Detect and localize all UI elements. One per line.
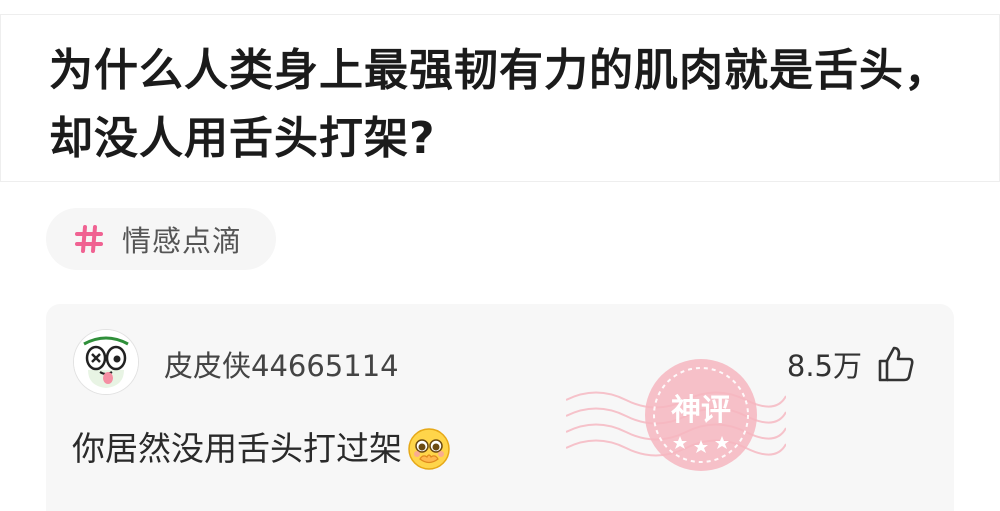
- post-title-card: 为什么人类身上最强韧有力的肌肉就是舌头，却没人用舌头打架?: [0, 14, 1000, 182]
- comment-text: 你居然没用舌头打过架: [72, 429, 402, 468]
- stamp-label: 神评: [671, 393, 731, 428]
- pleading-face-emoji-icon: [408, 428, 450, 470]
- god-comment-stamp: 神评: [566, 359, 786, 471]
- comment-username[interactable]: 皮皮侠44665114: [164, 348, 399, 384]
- thumbs-up-icon[interactable]: [876, 344, 916, 384]
- avatar[interactable]: [74, 330, 138, 394]
- like-count: 8.5万: [786, 349, 862, 383]
- comment-body: 你居然没用舌头打过架: [72, 426, 452, 472]
- top-comment: 神评 皮皮侠44665114 8.5万 你居然没用舌头打过架: [46, 304, 954, 511]
- post-title: 为什么人类身上最强韧有力的肌肉就是舌头，却没人用舌头打架?: [49, 45, 949, 164]
- hash-icon: [72, 222, 106, 256]
- tag-label: 情感点滴: [122, 224, 243, 258]
- topic-tag[interactable]: 情感点滴: [46, 208, 276, 270]
